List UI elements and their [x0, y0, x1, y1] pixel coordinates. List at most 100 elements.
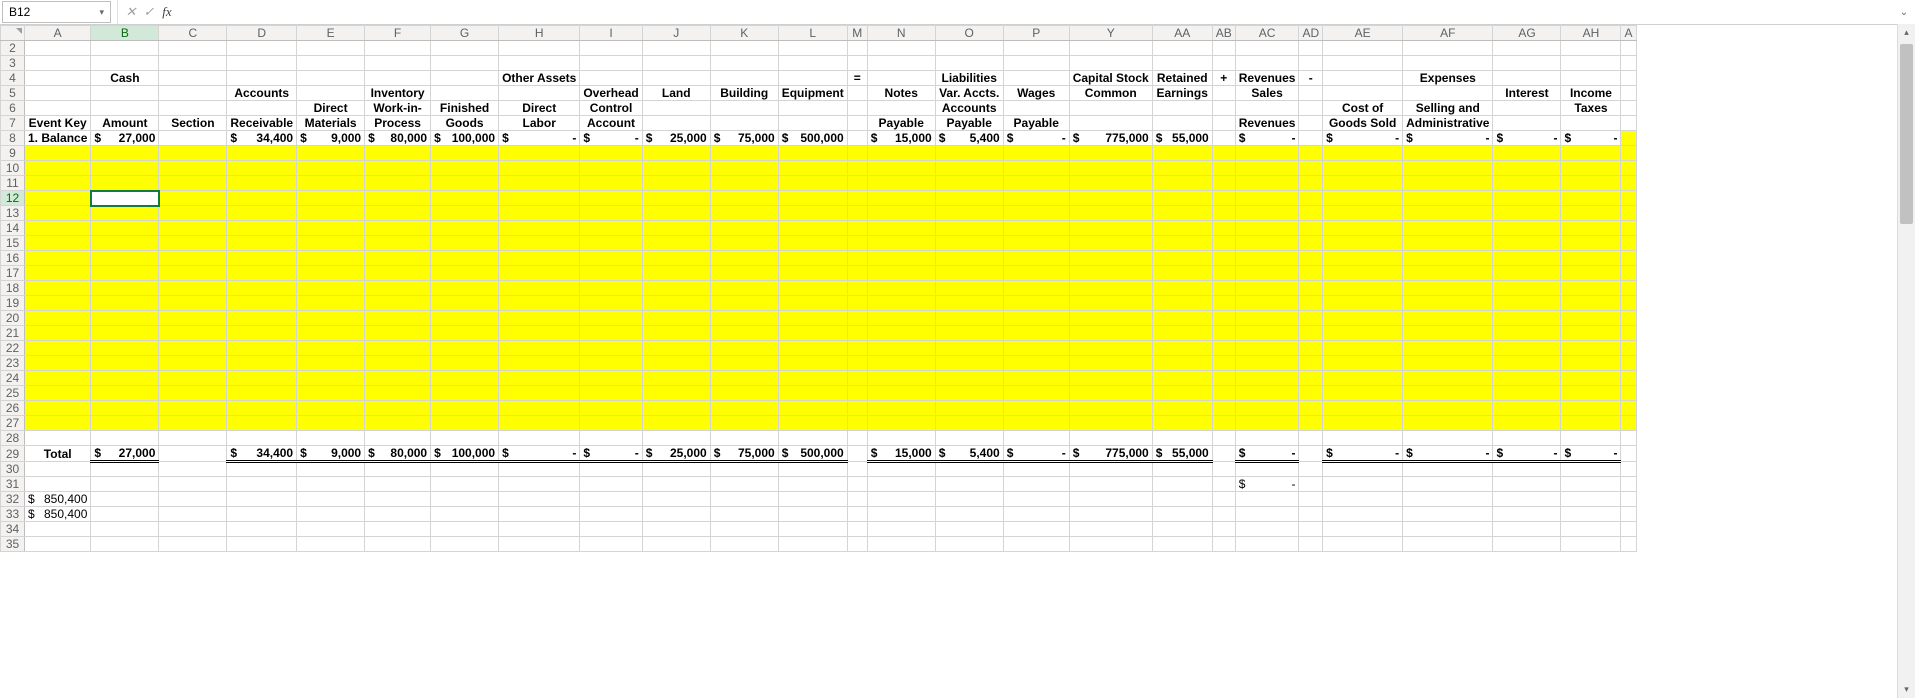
cell[interactable]	[710, 206, 778, 221]
cell[interactable]	[499, 507, 580, 522]
cell[interactable]	[1235, 326, 1299, 341]
cell[interactable]	[1561, 507, 1621, 522]
cell[interactable]	[1403, 281, 1493, 296]
cell[interactable]	[1323, 146, 1403, 161]
cell[interactable]	[935, 146, 1003, 161]
cell[interactable]	[227, 477, 297, 492]
cell[interactable]	[1235, 191, 1299, 206]
cell[interactable]	[935, 176, 1003, 191]
cell[interactable]	[1152, 56, 1212, 71]
row-header[interactable]: 18	[1, 281, 25, 296]
cell[interactable]: $500,000	[778, 446, 847, 462]
cell[interactable]	[1299, 431, 1323, 446]
cell[interactable]	[1003, 251, 1069, 266]
col-header[interactable]: AB	[1212, 26, 1235, 41]
cell[interactable]	[867, 281, 935, 296]
cell[interactable]	[580, 431, 642, 446]
cell[interactable]	[935, 326, 1003, 341]
cell[interactable]	[710, 416, 778, 431]
cell[interactable]	[431, 236, 499, 251]
cell[interactable]	[227, 176, 297, 191]
cell[interactable]	[297, 401, 365, 416]
cell[interactable]	[159, 462, 227, 477]
cell[interactable]	[1212, 146, 1235, 161]
cell[interactable]	[431, 191, 499, 206]
cell[interactable]	[1003, 266, 1069, 281]
cell[interactable]	[1299, 492, 1323, 507]
cell[interactable]	[227, 416, 297, 431]
cell[interactable]	[499, 311, 580, 326]
cell[interactable]	[297, 356, 365, 371]
cell[interactable]	[297, 191, 365, 206]
cell[interactable]	[1235, 537, 1299, 552]
cell[interactable]: Retained	[1152, 71, 1212, 86]
cell[interactable]	[1323, 462, 1403, 477]
cell[interactable]	[227, 296, 297, 311]
cell[interactable]	[159, 191, 227, 206]
cell[interactable]	[1299, 296, 1323, 311]
cell[interactable]	[297, 221, 365, 236]
cell[interactable]	[1403, 416, 1493, 431]
cell[interactable]	[159, 161, 227, 176]
cell[interactable]	[778, 116, 847, 131]
cell[interactable]	[1621, 86, 1636, 101]
cell[interactable]	[580, 477, 642, 492]
cell[interactable]	[1069, 281, 1152, 296]
cell[interactable]	[1152, 296, 1212, 311]
cell[interactable]	[431, 176, 499, 191]
cell[interactable]	[1493, 401, 1561, 416]
row-header[interactable]: 12	[1, 191, 25, 206]
cell[interactable]	[1403, 86, 1493, 101]
cell[interactable]	[431, 266, 499, 281]
cell[interactable]	[431, 537, 499, 552]
cell[interactable]: $75,000	[710, 131, 778, 146]
cell[interactable]	[1561, 41, 1621, 56]
cell[interactable]: Materials	[297, 116, 365, 131]
cell[interactable]	[297, 386, 365, 401]
cell[interactable]	[1403, 326, 1493, 341]
cell[interactable]	[1069, 266, 1152, 281]
cell[interactable]	[778, 477, 847, 492]
cell[interactable]	[1235, 296, 1299, 311]
cell[interactable]	[1235, 236, 1299, 251]
cell[interactable]	[847, 221, 867, 236]
cell[interactable]	[867, 221, 935, 236]
cell[interactable]	[1003, 507, 1069, 522]
cell[interactable]	[1493, 221, 1561, 236]
cell[interactable]	[867, 477, 935, 492]
cell[interactable]	[867, 401, 935, 416]
select-all-corner[interactable]	[1, 26, 25, 41]
cell[interactable]	[297, 341, 365, 356]
cell[interactable]	[365, 41, 431, 56]
cell[interactable]	[642, 462, 710, 477]
cell[interactable]	[1069, 221, 1152, 236]
col-header[interactable]: B	[91, 26, 159, 41]
cell[interactable]	[431, 492, 499, 507]
cell[interactable]	[580, 341, 642, 356]
cell[interactable]	[867, 326, 935, 341]
cell[interactable]	[1069, 431, 1152, 446]
cell[interactable]	[1323, 281, 1403, 296]
spreadsheet-grid[interactable]: A B C D E F G H I J K L M N O P Y AA AB …	[0, 25, 1915, 699]
cell[interactable]: $-	[1493, 131, 1561, 146]
cell[interactable]	[778, 266, 847, 281]
cell[interactable]	[297, 431, 365, 446]
cell[interactable]	[1299, 477, 1323, 492]
cell[interactable]	[867, 462, 935, 477]
cell[interactable]	[431, 311, 499, 326]
cell[interactable]	[91, 161, 159, 176]
cell[interactable]	[297, 176, 365, 191]
cell[interactable]	[365, 221, 431, 236]
cell[interactable]	[867, 191, 935, 206]
cell[interactable]: $25,000	[642, 131, 710, 146]
cell[interactable]	[1323, 507, 1403, 522]
cell[interactable]	[1152, 522, 1212, 537]
cell[interactable]	[1403, 176, 1493, 191]
cell[interactable]	[365, 522, 431, 537]
cell[interactable]	[1003, 296, 1069, 311]
cell[interactable]	[1212, 191, 1235, 206]
cell[interactable]	[710, 41, 778, 56]
row-header[interactable]: 2	[1, 41, 25, 56]
cell[interactable]	[1621, 191, 1636, 206]
cell[interactable]	[227, 431, 297, 446]
